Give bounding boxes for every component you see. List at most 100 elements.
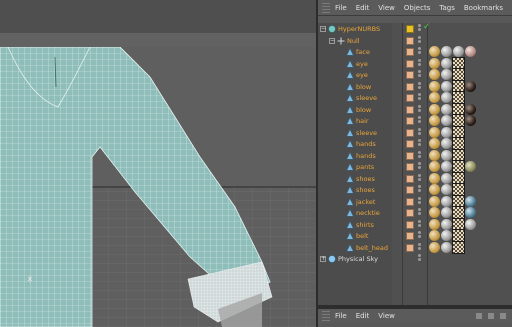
- visibility-dots[interactable]: [418, 139, 421, 149]
- menu-tags[interactable]: Tags: [439, 4, 455, 12]
- phong-tag-icon[interactable]: [429, 161, 440, 172]
- layer-color-swatch[interactable]: [406, 59, 414, 68]
- object-row[interactable]: eye: [318, 57, 512, 70]
- layer-color-swatch[interactable]: [406, 82, 414, 91]
- visibility-dots[interactable]: [418, 254, 421, 264]
- uvw-tag-icon[interactable]: [453, 241, 464, 253]
- layer-color-swatch[interactable]: [406, 36, 414, 45]
- object-name-label[interactable]: shoes: [356, 185, 375, 195]
- object-name-label[interactable]: sleeve: [356, 93, 377, 103]
- mat-dark-tag-icon[interactable]: [465, 103, 476, 115]
- phong-tag-icon[interactable]: [429, 184, 440, 195]
- menu-view[interactable]: View: [378, 312, 395, 320]
- uvw-tag-icon[interactable]: [453, 92, 464, 103]
- object-row[interactable]: hands: [318, 149, 512, 162]
- visibility-dots[interactable]: [418, 81, 421, 92]
- phong-tag-icon[interactable]: [429, 92, 440, 103]
- object-name-label[interactable]: HyperNURBS: [338, 24, 380, 34]
- object-row[interactable]: belt_head: [318, 241, 512, 254]
- phong-tag-icon[interactable]: [429, 172, 440, 184]
- object-name-label[interactable]: belt: [356, 231, 368, 241]
- mat-dark-tag-icon[interactable]: [465, 115, 476, 126]
- uvw-tag-icon[interactable]: [453, 184, 464, 195]
- phong-tag-icon[interactable]: [429, 207, 440, 218]
- mat-olive-tag-icon[interactable]: [465, 161, 476, 172]
- uvw-tag-icon[interactable]: [453, 80, 464, 92]
- phong-tag-icon[interactable]: [429, 241, 440, 253]
- history-back-icon[interactable]: [476, 313, 482, 319]
- visibility-dots[interactable]: [418, 162, 421, 172]
- phong-tag-icon[interactable]: [429, 69, 440, 80]
- menu-edit[interactable]: Edit: [356, 4, 370, 12]
- phong-tag-icon[interactable]: [429, 57, 440, 69]
- visibility-dots[interactable]: [418, 70, 421, 80]
- mat-grey-tag-icon[interactable]: [441, 218, 452, 230]
- phong-tag-icon[interactable]: [429, 46, 440, 57]
- visibility-dots[interactable]: [418, 219, 421, 230]
- menu-objects[interactable]: Objects: [404, 4, 430, 12]
- mat-dark-tag-icon[interactable]: [465, 80, 476, 92]
- object-name-label[interactable]: sleeve: [356, 128, 377, 138]
- menu-bookmarks[interactable]: Bookmarks: [464, 4, 503, 12]
- uvw-tag-icon[interactable]: [453, 126, 464, 138]
- object-name-label[interactable]: hands: [356, 151, 376, 161]
- mat-blue-tag-icon[interactable]: [465, 195, 476, 207]
- phong-tag-icon[interactable]: [429, 230, 440, 241]
- uvw-tag-icon[interactable]: [453, 207, 464, 218]
- 3d-scene[interactable]: [0, 47, 316, 327]
- visibility-dots[interactable]: [418, 173, 421, 184]
- layer-color-swatch[interactable]: [406, 117, 414, 125]
- menu-edit[interactable]: Edit: [356, 312, 370, 320]
- visibility-dots[interactable]: [418, 127, 421, 138]
- mat-blue-tag-icon[interactable]: [465, 207, 476, 218]
- object-name-label[interactable]: Physical Sky: [338, 254, 378, 264]
- layer-color-swatch[interactable]: [406, 105, 414, 114]
- uvw-tag-icon[interactable]: [453, 115, 464, 126]
- visibility-dots[interactable]: [418, 196, 421, 207]
- phong-tag-icon[interactable]: [429, 103, 440, 115]
- object-name-label[interactable]: eye: [356, 70, 368, 80]
- layer-color-swatch[interactable]: [406, 71, 414, 79]
- mat-grey-tag-icon[interactable]: [441, 69, 452, 80]
- panel-grip-icon[interactable]: [322, 311, 330, 321]
- uvw-tag-icon[interactable]: [453, 57, 464, 69]
- uvw-tag-icon[interactable]: [453, 149, 464, 161]
- object-name-label[interactable]: belt_head: [356, 243, 388, 253]
- object-row[interactable]: sleeve: [318, 92, 512, 104]
- object-row[interactable]: jacket: [318, 195, 512, 208]
- visibility-dots[interactable]: [418, 58, 421, 69]
- object-row[interactable]: + Physical Sky: [318, 253, 512, 265]
- mat-grey-tag-icon[interactable]: [441, 149, 452, 161]
- uvw-tag-icon[interactable]: [453, 195, 464, 207]
- mat-grey-tag-icon[interactable]: [441, 207, 452, 218]
- object-row[interactable]: shirts: [318, 218, 512, 231]
- object-row[interactable]: pants: [318, 161, 512, 173]
- layer-color-swatch[interactable]: [406, 94, 414, 102]
- layer-color-swatch[interactable]: [406, 209, 414, 217]
- layer-color-swatch[interactable]: [406, 151, 414, 160]
- object-name-label[interactable]: necktie: [356, 208, 380, 218]
- mat-grey-tag-icon[interactable]: [441, 195, 452, 207]
- object-row[interactable]: face: [318, 46, 512, 58]
- mat-grey-tag-icon[interactable]: [441, 172, 452, 184]
- object-row[interactable]: sleeve: [318, 126, 512, 139]
- layer-color-swatch[interactable]: [406, 163, 414, 171]
- phong-tag-icon[interactable]: [429, 138, 440, 149]
- mat-grey-tag-icon[interactable]: [441, 92, 452, 103]
- object-row[interactable]: blow: [318, 80, 512, 93]
- uvw-tag-icon[interactable]: [453, 69, 464, 80]
- visibility-dots[interactable]: [418, 93, 421, 103]
- expand-icon[interactable]: +: [320, 256, 326, 262]
- mat-grey-tag-icon[interactable]: [441, 230, 452, 241]
- object-row[interactable]: blow: [318, 103, 512, 116]
- mat-grey-tag-icon[interactable]: [441, 161, 452, 172]
- collapse-icon[interactable]: −: [329, 37, 335, 44]
- lock-icon[interactable]: [500, 313, 506, 319]
- visibility-dots[interactable]: [418, 24, 421, 34]
- mat-skin-tag-icon[interactable]: [465, 46, 476, 57]
- uvw-tag-icon[interactable]: [453, 138, 464, 149]
- object-name-label[interactable]: face: [356, 47, 370, 57]
- mat-grey-tag-icon[interactable]: [453, 46, 464, 57]
- layer-color-swatch[interactable]: [406, 48, 414, 56]
- object-name-label[interactable]: blow: [356, 82, 371, 92]
